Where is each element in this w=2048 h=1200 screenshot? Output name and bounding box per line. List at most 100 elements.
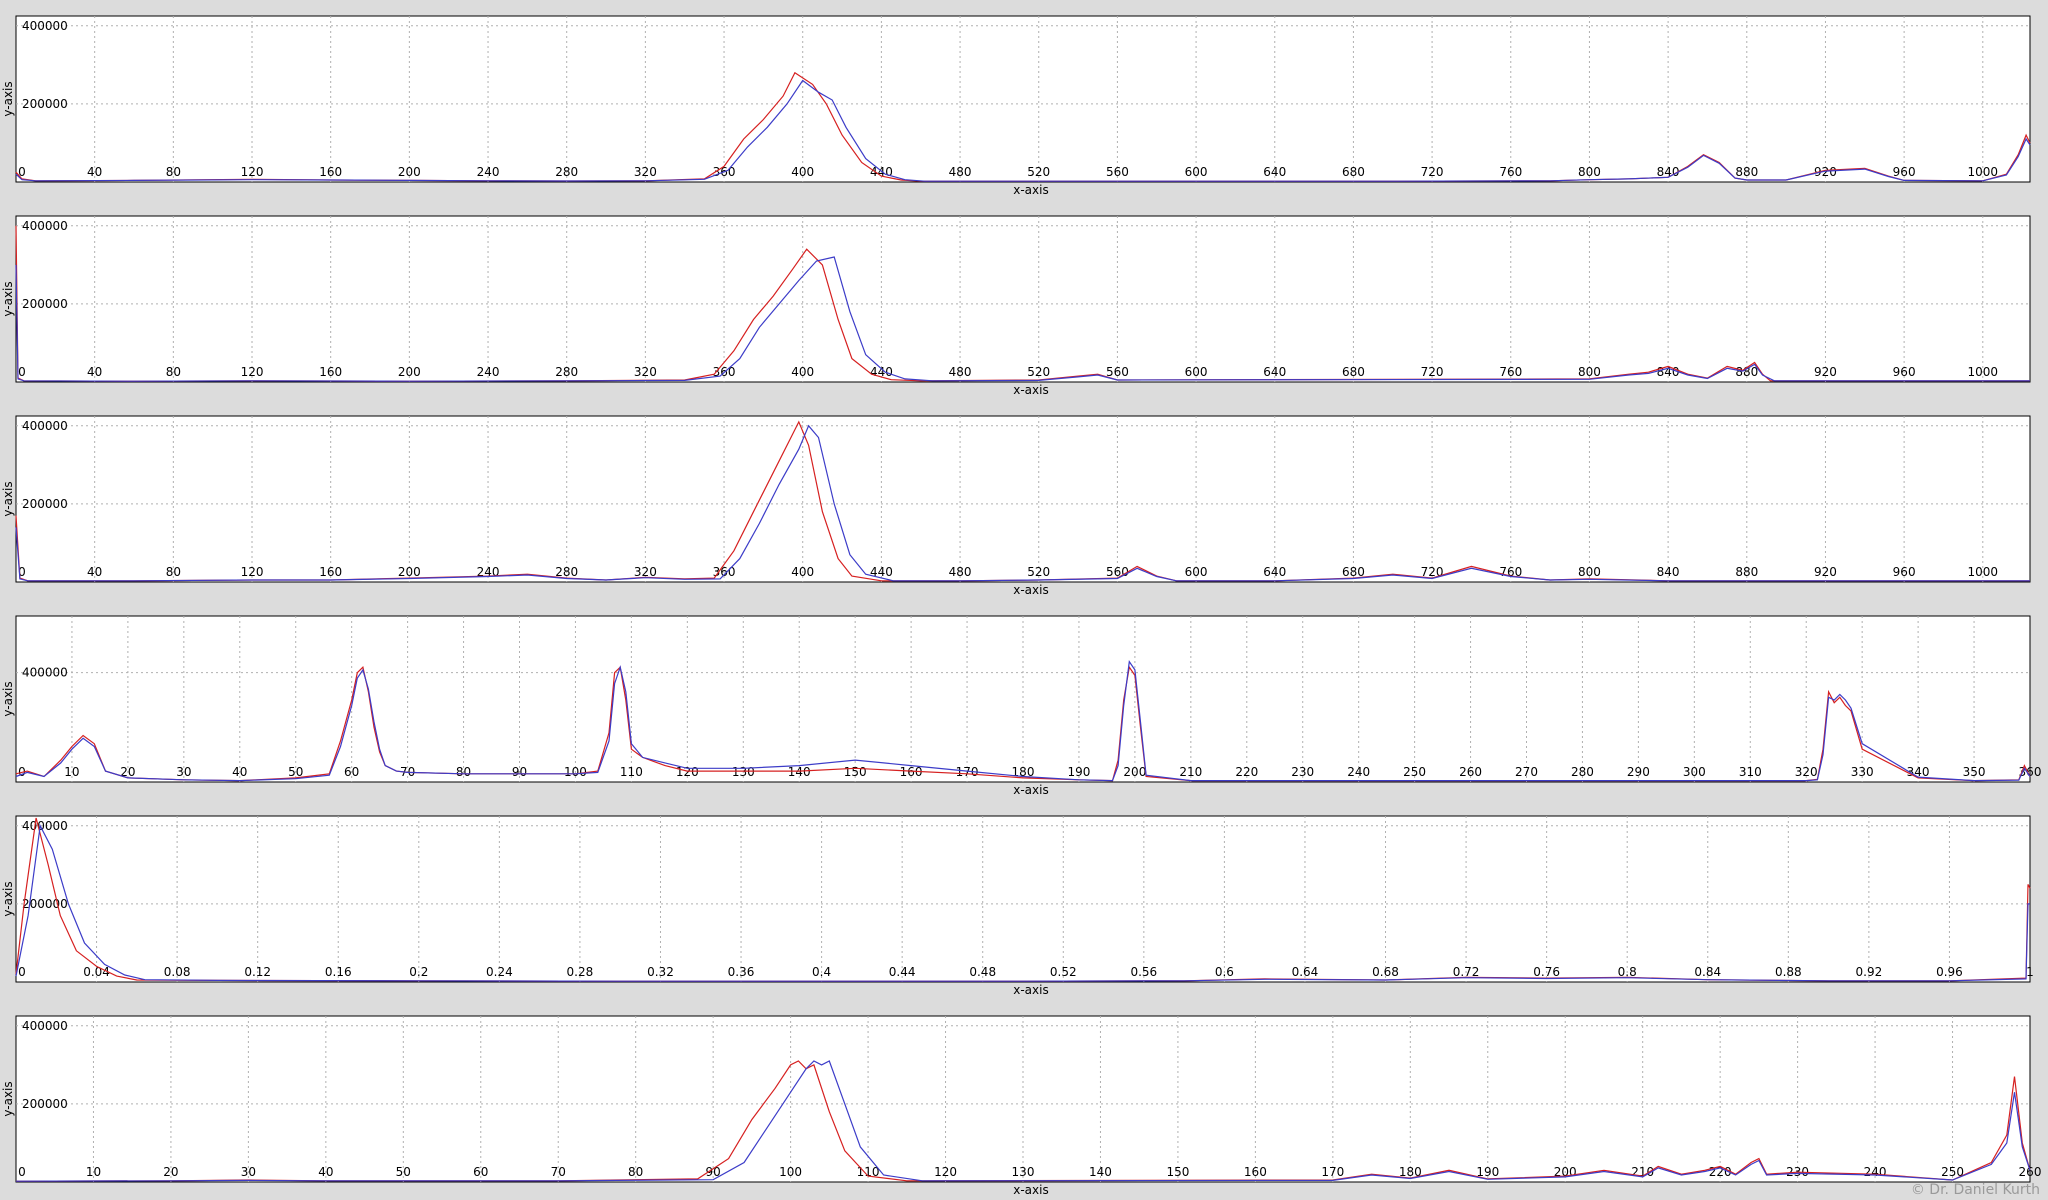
y-axis-label: y-axis [1,81,15,116]
x-tick-label: 330 [1851,765,1874,779]
y-axis-label: y-axis [1,281,15,316]
x-tick-label: 290 [1627,765,1650,779]
x-tick-label: 520 [1027,565,1050,579]
x-tick-label: 920 [1814,565,1837,579]
x-tick-label: 260 [1459,765,1482,779]
x-tick-label: 0.32 [647,965,674,979]
x-tick-label: 0.16 [325,965,352,979]
x-tick-label: 0.36 [728,965,755,979]
x-tick-label: 680 [1342,165,1365,179]
x-tick-label: 120 [241,565,264,579]
x-tick-label: 400 [791,365,814,379]
x-tick-label: 640 [1263,365,1286,379]
x-tick-label: 130 [1012,1165,1035,1179]
x-tick-label: 120 [241,165,264,179]
y-tick-label: 200000 [22,1097,68,1111]
y-tick-label: 400000 [22,666,68,680]
x-tick-label: 80 [166,565,181,579]
plot-area [15,15,2031,183]
x-tick-label: 320 [1795,765,1818,779]
y-tick-label: 400000 [22,819,68,833]
x-tick-label: 120 [676,765,699,779]
x-tick-label: 520 [1027,365,1050,379]
x-tick-label: 0.04 [83,965,110,979]
chart-panel-5: 0 0.04 0.08 0.12 0.16 0.2 0.24 0.28 0.32 0.36 0.4 0… [1,815,2034,997]
x-tick-label: 260 [2019,1165,2042,1179]
x-tick-label: 190 [1067,765,1090,779]
x-tick-label: 80 [166,365,181,379]
x-tick-label: 400 [791,165,814,179]
x-tick-label: 30 [241,1165,256,1179]
x-tick-label: 110 [620,765,643,779]
x-tick-label: 0.88 [1775,965,1802,979]
x-tick-label: 840 [1657,565,1680,579]
x-tick-label: 10 [64,765,79,779]
x-tick-label: 600 [1185,565,1208,579]
x-tick-label: 10 [86,1165,101,1179]
x-tick-label: 0 [18,365,26,379]
x-tick-label: 160 [1244,1165,1267,1179]
x-tick-label: 100 [564,765,587,779]
x-tick-label: 480 [949,565,972,579]
y-tick-label: 400000 [22,19,68,33]
x-tick-label: 1000 [1968,565,1999,579]
x-tick-label: 720 [1421,365,1444,379]
x-tick-label: 0.96 [1936,965,1963,979]
x-tick-label: 0.56 [1130,965,1157,979]
x-tick-label: 0.92 [1856,965,1883,979]
x-tick-label: 0.08 [164,965,191,979]
plot-area [15,415,2031,583]
chart-panel-3: 0 40 80 120 160 200 240 280 320 360 400 440 480 520 56… [1,415,2031,597]
x-tick-label: 560 [1106,165,1129,179]
x-tick-label: 960 [1893,365,1916,379]
x-tick-label: 20 [163,1165,178,1179]
x-tick-label: 800 [1578,365,1601,379]
x-axis-label: x-axis [1013,983,1048,997]
x-tick-label: 200 [1123,765,1146,779]
y-axis-label: y-axis [1,681,15,716]
x-tick-label: 0.2 [409,965,428,979]
x-tick-label: 350 [1963,765,1986,779]
x-tick-label: 320 [634,165,657,179]
x-tick-label: 230 [1291,765,1314,779]
x-tick-label: 320 [634,365,657,379]
x-tick-label: 440 [870,565,893,579]
x-tick-label: 800 [1578,565,1601,579]
x-tick-label: 140 [1089,1165,1112,1179]
plot-area [15,215,2031,383]
x-tick-label: 800 [1578,165,1601,179]
x-axis-label: x-axis [1013,583,1048,597]
chart-panel-1: 0 40 80 120 160 200 240 280 320 360 400 440 480 520 56… [1,15,2031,197]
x-tick-label: 640 [1263,565,1286,579]
x-tick-label: 0.52 [1050,965,1077,979]
x-tick-label: 0.6 [1215,965,1234,979]
x-tick-label: 240 [477,165,500,179]
x-tick-label: 680 [1342,365,1365,379]
x-tick-label: 40 [87,165,102,179]
x-tick-label: 720 [1421,165,1444,179]
x-tick-label: 760 [1499,165,1522,179]
x-tick-label: 0 [18,1165,26,1179]
x-tick-label: 150 [844,765,867,779]
x-tick-label: 40 [87,365,102,379]
chart-panel-2: 0 40 80 120 160 200 240 280 320 360 400 440 480 520 56… [1,215,2031,397]
x-tick-label: 130 [732,765,755,779]
x-tick-label: 640 [1263,165,1286,179]
copyright-watermark: © Dr. Daniel Kurth [1910,1182,2040,1198]
x-tick-label: 60 [473,1165,488,1179]
x-tick-label: 90 [512,765,527,779]
x-tick-label: 1000 [1968,165,1999,179]
x-tick-label: 480 [949,165,972,179]
x-tick-label: 0.76 [1533,965,1560,979]
x-tick-label: 170 [1321,1165,1344,1179]
x-tick-label: 160 [319,165,342,179]
x-tick-label: 80 [166,165,181,179]
x-tick-label: 960 [1893,165,1916,179]
x-tick-label: 200 [398,565,421,579]
x-tick-label: 160 [319,365,342,379]
x-tick-label: 600 [1185,165,1208,179]
x-tick-label: 0.84 [1694,965,1721,979]
x-tick-label: 270 [1515,765,1538,779]
x-tick-label: 0 [18,965,26,979]
x-tick-label: 560 [1106,365,1129,379]
